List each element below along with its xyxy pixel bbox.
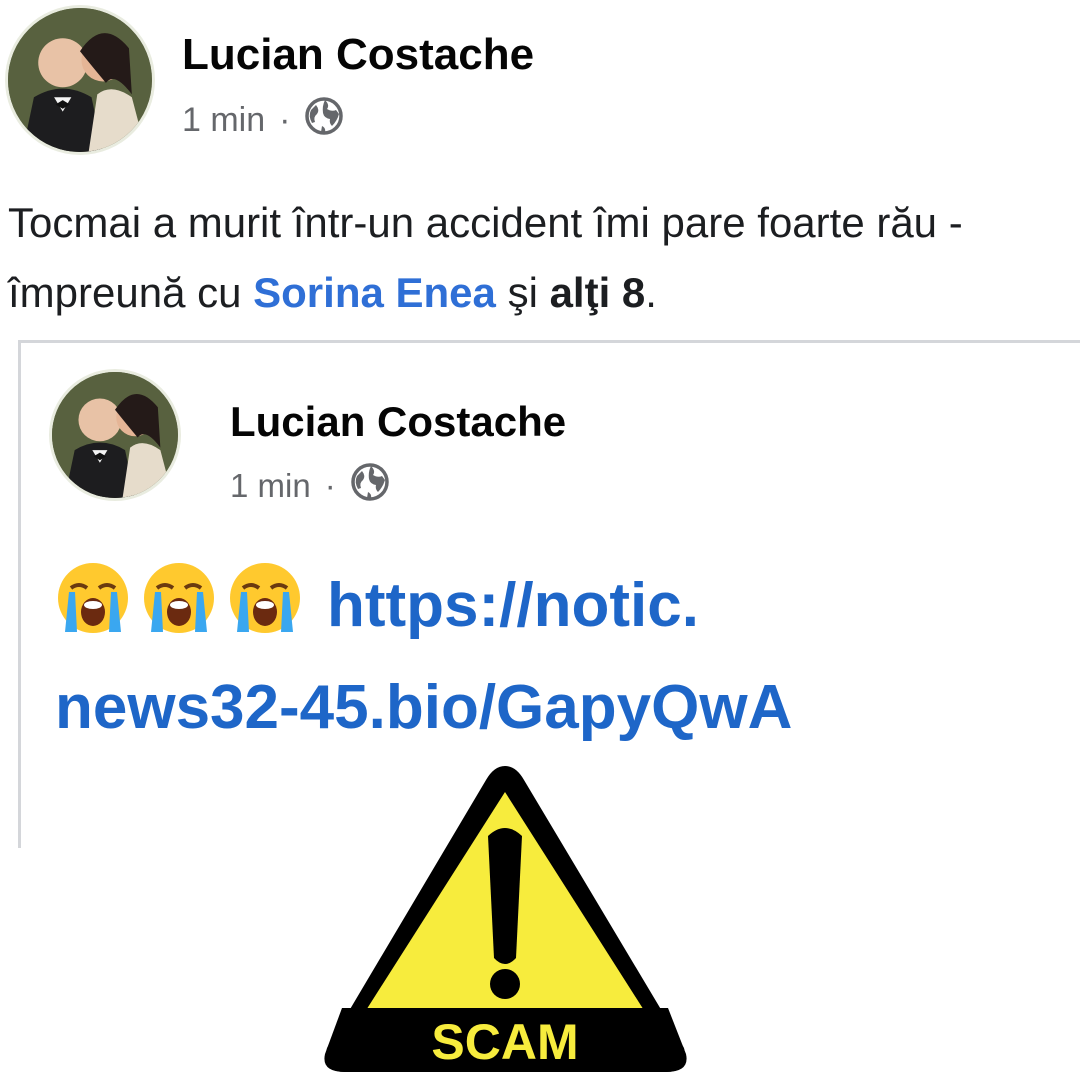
globe-icon — [304, 96, 344, 145]
tagged-user-link[interactable]: Sorina Enea — [253, 269, 496, 316]
tagged-others-link[interactable]: alţi 8 — [550, 269, 646, 316]
scam-link-part1[interactable]: https://notic. — [327, 570, 699, 641]
post-time[interactable]: 1 min — [182, 101, 265, 140]
crying-face-emoji-icon — [227, 560, 303, 651]
shared-post-link-row: https://notic. — [55, 560, 699, 651]
avatar-photo — [8, 8, 152, 152]
scam-link-part2[interactable]: news32-45.bio/GapyQwA — [55, 672, 792, 743]
crying-face-emoji-icon — [55, 560, 131, 651]
shared-author-name[interactable]: Lucian Costache — [230, 398, 566, 446]
shared-post-time[interactable]: 1 min — [230, 467, 311, 505]
meta-separator: · — [279, 101, 291, 139]
shared-author-avatar[interactable] — [52, 372, 178, 498]
post-text-conjunction: şi — [495, 269, 550, 316]
author-avatar[interactable] — [8, 8, 152, 152]
post-text-end: . — [645, 269, 657, 316]
post-meta: 1 min · — [182, 96, 344, 145]
post-text: Tocmai a murit într-un accident îmi pare… — [8, 188, 1076, 328]
scam-label: SCAM — [431, 1014, 578, 1070]
avatar-photo — [52, 372, 178, 498]
globe-icon — [350, 462, 390, 510]
meta-separator: · — [324, 467, 336, 504]
crying-face-emoji-icon — [141, 560, 217, 651]
author-name[interactable]: Lucian Costache — [182, 30, 534, 80]
warning-triangle-icon: SCAM — [324, 766, 687, 1072]
shared-post-meta: 1 min · — [230, 462, 390, 510]
